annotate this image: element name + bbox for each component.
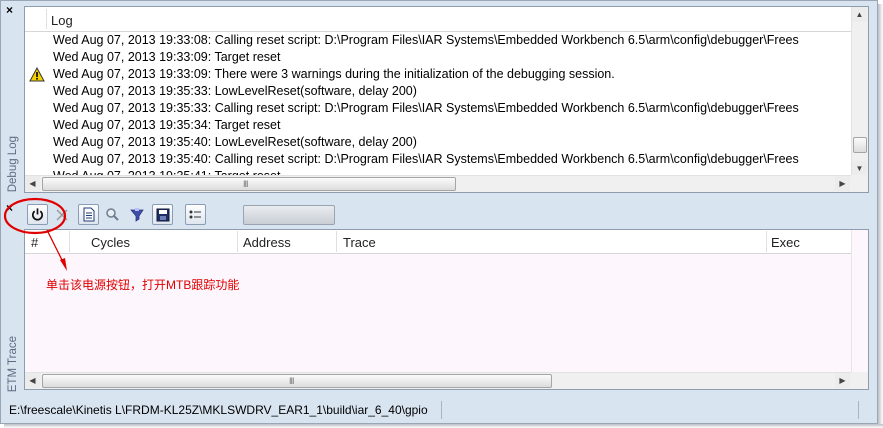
- settings-list-icon: [189, 210, 201, 218]
- annotation-text: 单击该电源按钮，打开MTB跟踪功能: [46, 278, 240, 292]
- scroll-right-arrow-icon[interactable]: ▶: [835, 176, 850, 191]
- etm-vertical-scrollbar[interactable]: [851, 230, 868, 373]
- delete-icon: [55, 208, 68, 221]
- log-hscroll-thumb[interactable]: III: [42, 177, 456, 191]
- log-message: Wed Aug 07, 2013 19:35:40: Calling reset…: [53, 152, 799, 166]
- col-header-exec[interactable]: Exec: [771, 235, 800, 250]
- log-vertical-scrollbar[interactable]: ▲ ▼: [851, 7, 868, 177]
- log-row[interactable]: Wed Aug 07, 2013 19:33:09: There were 3 …: [25, 66, 851, 83]
- settings-button[interactable]: [185, 204, 206, 225]
- log-row[interactable]: Wed Aug 07, 2013 19:33:08: Calling reset…: [25, 32, 851, 49]
- debug-log-close-icon[interactable]: ×: [6, 4, 13, 16]
- warning-icon: [29, 67, 45, 82]
- window-shadow-right: [878, 4, 883, 428]
- log-header: Log: [25, 7, 851, 32]
- col-header-address[interactable]: Address: [243, 235, 291, 250]
- debug-log-tab[interactable]: Debug Log: [3, 20, 23, 192]
- log-row[interactable]: Wed Aug 07, 2013 19:35:40: Calling reset…: [25, 151, 851, 168]
- log-message: Wed Aug 07, 2013 19:35:33: LowLevelReset…: [53, 84, 417, 98]
- debug-log-tab-label: Debug Log: [7, 135, 19, 192]
- log-horizontal-scrollbar[interactable]: ◀ III ▶: [25, 175, 851, 192]
- log-row[interactable]: Wed Aug 07, 2013 19:33:09: Target reset: [25, 49, 851, 66]
- power-icon: [32, 208, 43, 221]
- etm-trace-tab[interactable]: ETM Trace: [3, 300, 23, 392]
- scroll-down-arrow-icon[interactable]: ▼: [852, 161, 867, 176]
- col-header-cycles[interactable]: Cycles: [91, 235, 130, 250]
- log-row[interactable]: Wed Aug 07, 2013 19:35:40: LowLevelReset…: [25, 134, 851, 151]
- log-message: Wed Aug 07, 2013 19:35:34: Target reset: [53, 118, 281, 132]
- etm-trace-panel: # Cycles Address Trace Exec ◀ III ▶: [24, 229, 869, 390]
- col-header-index[interactable]: #: [31, 235, 38, 250]
- scroll-right-arrow-icon[interactable]: ▶: [835, 373, 850, 388]
- power-toggle-button[interactable]: [27, 204, 48, 225]
- log-message: Wed Aug 07, 2013 19:33:09: There were 3 …: [53, 67, 615, 81]
- delete-button[interactable]: [51, 204, 72, 225]
- log-row[interactable]: Wed Aug 07, 2013 19:35:34: Target reset: [25, 117, 851, 134]
- col-divider: [69, 231, 70, 252]
- log-message: Wed Aug 07, 2013 19:33:09: Target reset: [53, 50, 281, 64]
- col-header-trace[interactable]: Trace: [343, 235, 376, 250]
- filter-icon: [129, 207, 144, 222]
- log-column-header[interactable]: Log: [51, 13, 73, 28]
- status-bar: E:\freescale\Kinetis L\FRDM-KL25Z\MKLSWD…: [1, 399, 877, 423]
- log-header-divider: [46, 9, 47, 29]
- find-button[interactable]: [102, 204, 123, 225]
- document-icon: [83, 207, 94, 222]
- trace-progress-slot: [243, 205, 335, 225]
- status-separator: [858, 401, 859, 419]
- log-message: Wed Aug 07, 2013 19:35:33: Calling reset…: [53, 101, 799, 115]
- filter-button[interactable]: [126, 204, 147, 225]
- log-rows: Wed Aug 07, 2013 19:33:08: Calling reset…: [25, 32, 851, 178]
- log-message: Wed Aug 07, 2013 19:35:40: LowLevelReset…: [53, 135, 417, 149]
- save-icon: [156, 208, 169, 221]
- log-vscroll-thumb[interactable]: [853, 137, 867, 153]
- etm-horizontal-scrollbar[interactable]: ◀ III ▶: [25, 372, 851, 389]
- etm-trace-tab-label: ETM Trace: [7, 335, 19, 392]
- scroll-left-arrow-icon[interactable]: ◀: [25, 176, 40, 191]
- status-separator: [441, 401, 442, 419]
- scroll-up-arrow-icon[interactable]: ▲: [852, 7, 867, 22]
- debug-log-panel: Log Wed Aug 07, 2013 19:33:08: Calling r…: [24, 6, 869, 193]
- etm-trace-close-icon[interactable]: ×: [6, 202, 13, 214]
- save-button[interactable]: [152, 204, 173, 225]
- etm-header: # Cycles Address Trace Exec: [25, 230, 851, 254]
- scroll-left-arrow-icon[interactable]: ◀: [25, 373, 40, 388]
- log-hscroll-grip: III: [243, 179, 248, 189]
- etm-scroll-corner: [851, 372, 868, 389]
- log-message: Wed Aug 07, 2013 19:33:08: Calling reset…: [53, 33, 799, 47]
- log-row[interactable]: Wed Aug 07, 2013 19:35:33: LowLevelReset…: [25, 83, 851, 100]
- magnifier-icon: [106, 208, 119, 221]
- etm-hscroll-grip: III: [289, 376, 294, 386]
- window-shadow-bottom: [4, 424, 883, 428]
- etm-toolbar: [24, 202, 869, 228]
- col-divider: [336, 231, 337, 252]
- log-row[interactable]: Wed Aug 07, 2013 19:35:33: Calling reset…: [25, 100, 851, 117]
- status-path: E:\freescale\Kinetis L\FRDM-KL25Z\MKLSWD…: [9, 403, 428, 417]
- col-divider: [237, 231, 238, 252]
- log-scroll-corner: [851, 175, 868, 192]
- browse-button[interactable]: [78, 204, 99, 225]
- etm-hscroll-thumb[interactable]: III: [42, 374, 552, 388]
- col-divider: [766, 231, 767, 252]
